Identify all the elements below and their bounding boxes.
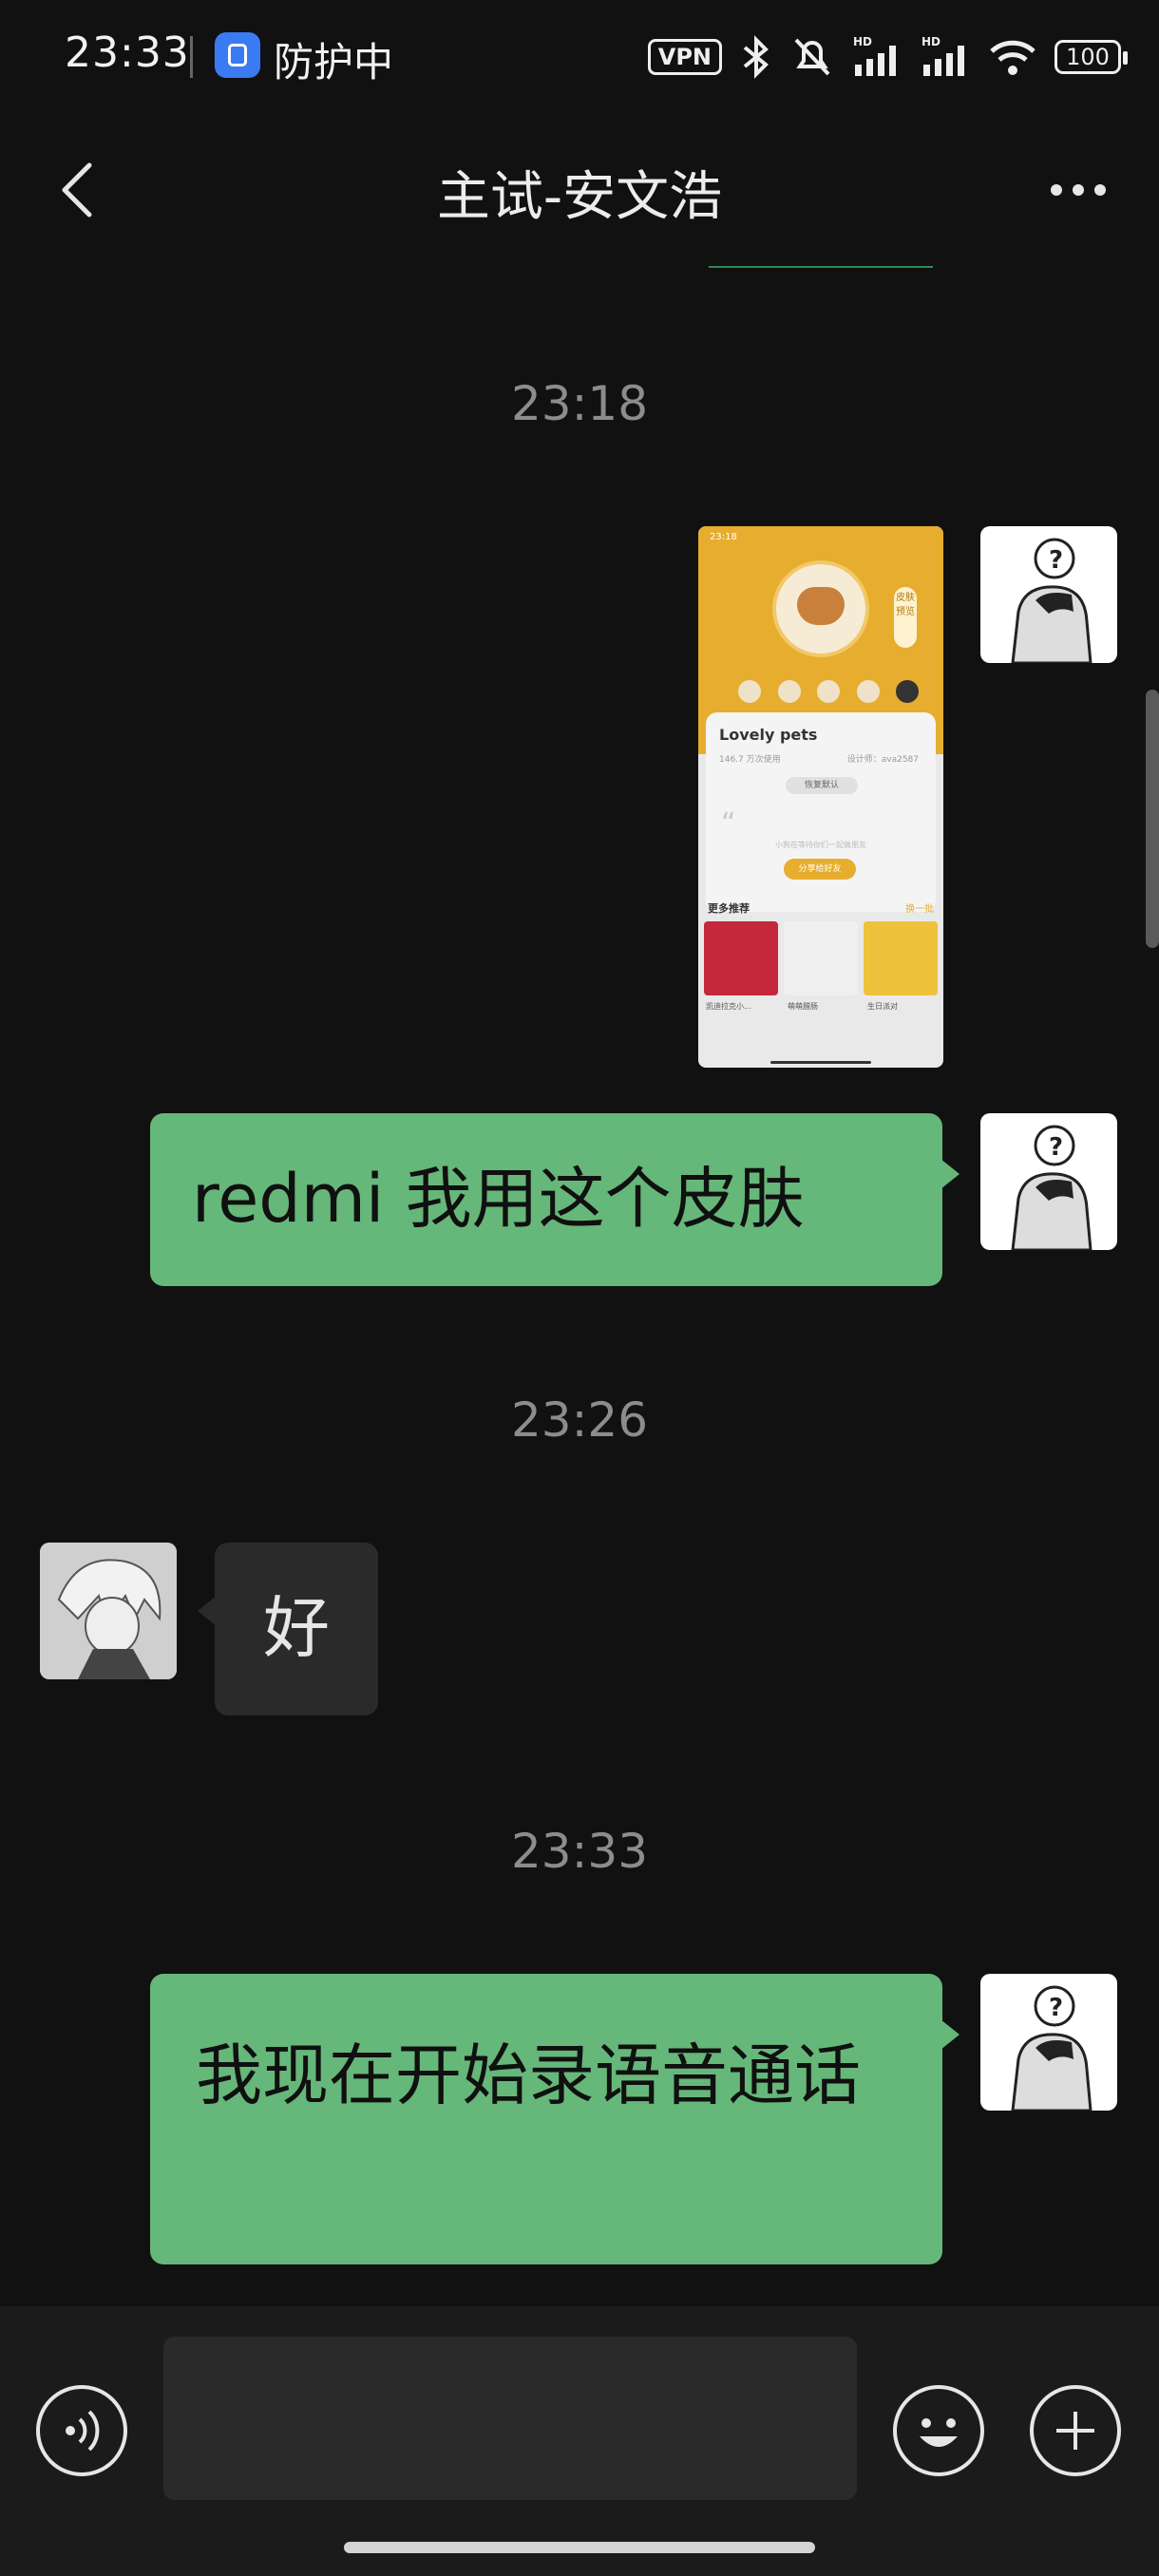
protection-label: 防护中: [274, 39, 394, 85]
home-indicator[interactable]: [344, 2542, 815, 2553]
more-dots-icon: [1051, 184, 1106, 196]
thumb-tile: [784, 921, 858, 995]
network-label-1: HD: [853, 35, 872, 48]
thumb-skin-options: [738, 680, 919, 703]
message-bubble[interactable]: redmi 我用这个皮肤: [150, 1113, 960, 1286]
status-time: 23:33: [65, 28, 190, 77]
thumb-caption: 生日派对: [867, 1002, 898, 1011]
shield-icon: [215, 32, 260, 78]
thumb-more-title: 更多推荐: [708, 902, 750, 915]
more-button[interactable]: [1036, 152, 1121, 228]
thumb-card-designer: 设计师：ava2587: [846, 755, 919, 765]
avatar[interactable]: ?: [980, 1113, 1117, 1250]
thumb-pill: 恢复默认: [786, 777, 858, 794]
message-timestamp: 23:26: [510, 1392, 649, 1448]
avatar[interactable]: ?: [980, 1974, 1117, 2111]
thumb-more-link: 换一批: [905, 904, 934, 915]
anime-character-avatar-icon: [40, 1543, 177, 1679]
chat-title: 主试-安文浩: [436, 166, 723, 228]
thinking-man-avatar-icon: ?: [1011, 538, 1092, 663]
avatar[interactable]: ?: [980, 526, 1117, 663]
thumb-badge: 皮肤预览: [894, 587, 917, 648]
thinking-man-avatar-icon: ?: [1011, 1125, 1092, 1250]
message-input-bar: [0, 2306, 1159, 2576]
voice-icon: [66, 2410, 100, 2452]
thumb-caption: 凯迪拉克小...: [706, 1002, 751, 1011]
status-separator: [190, 36, 193, 78]
thumb-homebar: [770, 1061, 871, 1064]
wifi-icon: [990, 40, 1036, 75]
emoji-button[interactable]: [893, 2385, 984, 2476]
network-label-2: HD: [922, 35, 940, 48]
bluetooth-icon: [743, 35, 769, 79]
dog-icon: [772, 560, 869, 657]
chat-header: 主试-安文浩: [0, 114, 1159, 266]
voice-input-button[interactable]: [36, 2385, 127, 2476]
previous-message-edge: [709, 266, 933, 268]
screenshot-image-message[interactable]: 23:18 皮肤预览 Lovely pets 146.7 万次使用 设计师：av…: [698, 526, 943, 1068]
avatar[interactable]: [40, 1543, 177, 1679]
scrollbar[interactable]: [1146, 690, 1159, 948]
message-timestamp: 23:33: [510, 1824, 649, 1879]
message-bubble[interactable]: 好: [198, 1543, 378, 1715]
thumb-caption: 萌萌腊肠: [788, 1002, 818, 1011]
more-actions-button[interactable]: [1030, 2385, 1121, 2476]
mute-bell-icon: [794, 38, 830, 76]
message-text: 我现在开始录语音通话: [196, 2036, 861, 2114]
thinking-man-avatar-icon: ?: [1011, 1985, 1092, 2111]
message-text: 好: [263, 1589, 330, 1667]
svg-text:?: ?: [1049, 1994, 1063, 2022]
signal-2-icon: HD: [922, 35, 964, 76]
signal-1-icon: HD: [853, 35, 896, 76]
vpn-icon: VPN: [647, 39, 722, 75]
battery-icon: 100: [1054, 40, 1128, 74]
message-timestamp: 23:18: [510, 376, 649, 431]
message-text: redmi 我用这个皮肤: [192, 1160, 805, 1238]
status-icons: VPN HD HD 100: [647, 28, 1128, 85]
thumb-tile: [864, 921, 938, 995]
svg-text:?: ?: [1049, 546, 1063, 575]
emoji-icon: [920, 2418, 958, 2447]
plus-icon: [1056, 2412, 1094, 2450]
thumb-tile: [704, 921, 778, 995]
message-bubble[interactable]: 我现在开始录语音通话: [150, 1974, 960, 2264]
thumb-status-time: 23:18: [710, 532, 737, 542]
quote-icon: “: [721, 807, 736, 841]
message-input[interactable]: [163, 2337, 857, 2500]
thumb-card-sub: 146.7 万次使用: [719, 755, 781, 765]
thumb-card-title: Lovely pets: [719, 726, 818, 744]
thumb-cta: 分享给好友: [784, 859, 856, 880]
status-bar: 23:33 防护中 VPN HD HD 100: [0, 0, 1159, 114]
thumb-hint: 小狗在等待你们一起做朋友: [775, 841, 866, 849]
svg-text:?: ?: [1049, 1133, 1063, 1162]
